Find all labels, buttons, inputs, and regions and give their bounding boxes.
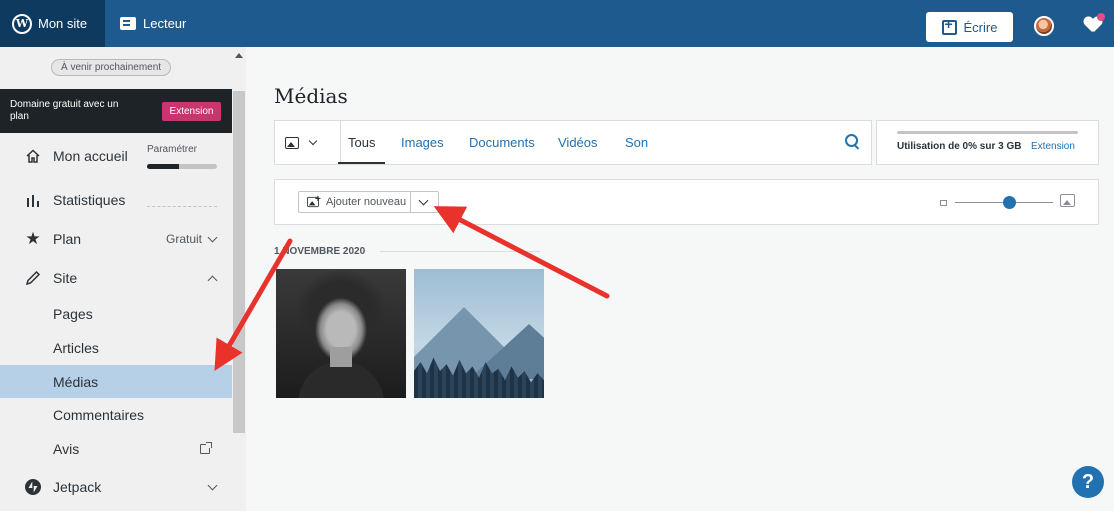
sidebar-item-plan[interactable]: ★ Plan Gratuit [0, 222, 232, 256]
chevron-down-icon [308, 136, 318, 146]
chevron-down-icon [207, 480, 218, 490]
sidebar-scrollbar[interactable] [232, 47, 246, 511]
small-thumbnail-icon [940, 200, 947, 206]
stats-icon [24, 191, 42, 209]
mountain-shape [469, 324, 544, 379]
sidebar-item-label: Mon accueil [53, 148, 128, 164]
search-icon[interactable] [845, 134, 859, 148]
upcoming-badge: À venir prochainement [51, 59, 172, 76]
add-new-button[interactable]: + Ajouter nouveau [298, 191, 411, 213]
user-avatar[interactable] [1034, 16, 1054, 36]
plan-badge: Gratuit [165, 232, 218, 246]
reader-icon [120, 17, 136, 30]
notification-badge [1097, 13, 1105, 21]
my-site-button[interactable]: W Mon site [0, 0, 105, 47]
storage-usage-text: Utilisation de 0% sur 3 GB [897, 141, 1022, 152]
new-post-icon [941, 16, 957, 35]
stats-sparkline [147, 206, 217, 207]
expand-toggle[interactable] [202, 480, 218, 490]
tab-documents[interactable]: Documents [469, 121, 535, 164]
sidebar-item-reviews[interactable]: Avis [0, 432, 232, 465]
domain-promo-text: Domaine gratuit avec un plan [10, 99, 119, 122]
sidebar-item-label: Statistiques [53, 192, 126, 208]
date-group-heading: 1 NOVEMBRE 2020 [274, 246, 366, 257]
image-icon [285, 137, 299, 149]
sidebar-item-articles[interactable]: Articles [0, 331, 232, 364]
setup-progress-fill [147, 164, 179, 169]
sidebar-item-stats[interactable]: Statistiques [0, 183, 232, 217]
setup-progress-bar [147, 164, 217, 169]
external-link-icon [200, 441, 212, 454]
wordpress-logo-icon: W [12, 13, 32, 34]
sidebar-subitem-label: Articles [53, 339, 99, 356]
tab-videos[interactable]: Vidéos [558, 121, 598, 164]
pencil-icon [24, 269, 42, 287]
chevron-up-icon [207, 275, 218, 285]
divider [340, 121, 341, 164]
home-icon [24, 147, 42, 165]
tab-all[interactable]: Tous [337, 121, 387, 164]
my-site-label: Mon site [38, 16, 88, 31]
tab-images[interactable]: Images [401, 121, 444, 164]
domain-promo-banner[interactable]: Domaine gratuit avec un plan Extension [0, 89, 232, 133]
sidebar-subitem-label: Commentaires [53, 406, 145, 423]
tab-audio[interactable]: Son [625, 121, 648, 164]
sidebar-item-jetpack[interactable]: Jetpack [0, 470, 232, 504]
reader-label: Lecteur [143, 16, 187, 31]
reader-button[interactable]: Lecteur [120, 0, 186, 47]
slider-handle[interactable] [1002, 196, 1016, 209]
scroll-up-icon[interactable] [235, 53, 243, 58]
date-divider [380, 251, 540, 252]
plan-name: Gratuit [165, 232, 202, 246]
media-filter-bar: Tous Images Documents Vidéos Son [274, 120, 872, 165]
large-thumbnail-icon [1060, 194, 1075, 207]
collapse-toggle[interactable] [207, 273, 218, 285]
sidebar-item-pages[interactable]: Pages [0, 297, 232, 330]
chevron-down-icon [207, 232, 218, 242]
sidebar-subitem-label: Médias [53, 373, 99, 390]
star-icon: ★ [25, 229, 41, 248]
sidebar-item-label: Jetpack [53, 479, 102, 495]
portrait-neck [330, 347, 352, 367]
setup-label[interactable]: Paramétrer [147, 144, 197, 155]
add-new-label: Ajouter nouveau [326, 196, 407, 208]
sidebar-item-media[interactable]: Médias [0, 365, 232, 398]
sidebar-subitem-label: Avis [53, 440, 80, 457]
storage-usage-bar [897, 131, 1078, 134]
write-button[interactable]: Écrire [926, 12, 1013, 42]
media-thumbnail-mountains[interactable] [414, 269, 544, 398]
sidebar-subitem-label: Pages [53, 305, 93, 322]
page-title: Médias [274, 84, 348, 108]
write-label: Écrire [963, 19, 998, 35]
storage-usage: Utilisation de 0% sur 3 GB Extension [876, 120, 1099, 165]
sidebar: À venir prochainement Domaine gratuit av… [0, 47, 232, 511]
plus-icon: + [315, 194, 321, 205]
media-thumbnail-portrait[interactable] [276, 269, 406, 398]
chevron-down-icon [418, 195, 429, 206]
scrollbar-thumb[interactable] [233, 91, 245, 433]
add-new-dropdown-button[interactable] [410, 191, 439, 213]
storage-upgrade-link[interactable]: Extension [1031, 141, 1075, 152]
media-type-dropdown[interactable] [285, 132, 333, 154]
upload-toolbar: + Ajouter nouveau [274, 179, 1099, 225]
sidebar-item-label: Plan [53, 231, 82, 247]
help-button[interactable]: ? [1072, 466, 1104, 498]
jetpack-icon [24, 478, 42, 496]
sidebar-item-label: Site [53, 270, 78, 286]
masterbar: W Mon site Lecteur Écrire [0, 0, 1114, 47]
sidebar-item-site[interactable]: Site [0, 261, 232, 295]
domain-upgrade-button[interactable]: Extension [162, 102, 221, 121]
sidebar-item-comments[interactable]: Commentaires [0, 398, 232, 431]
